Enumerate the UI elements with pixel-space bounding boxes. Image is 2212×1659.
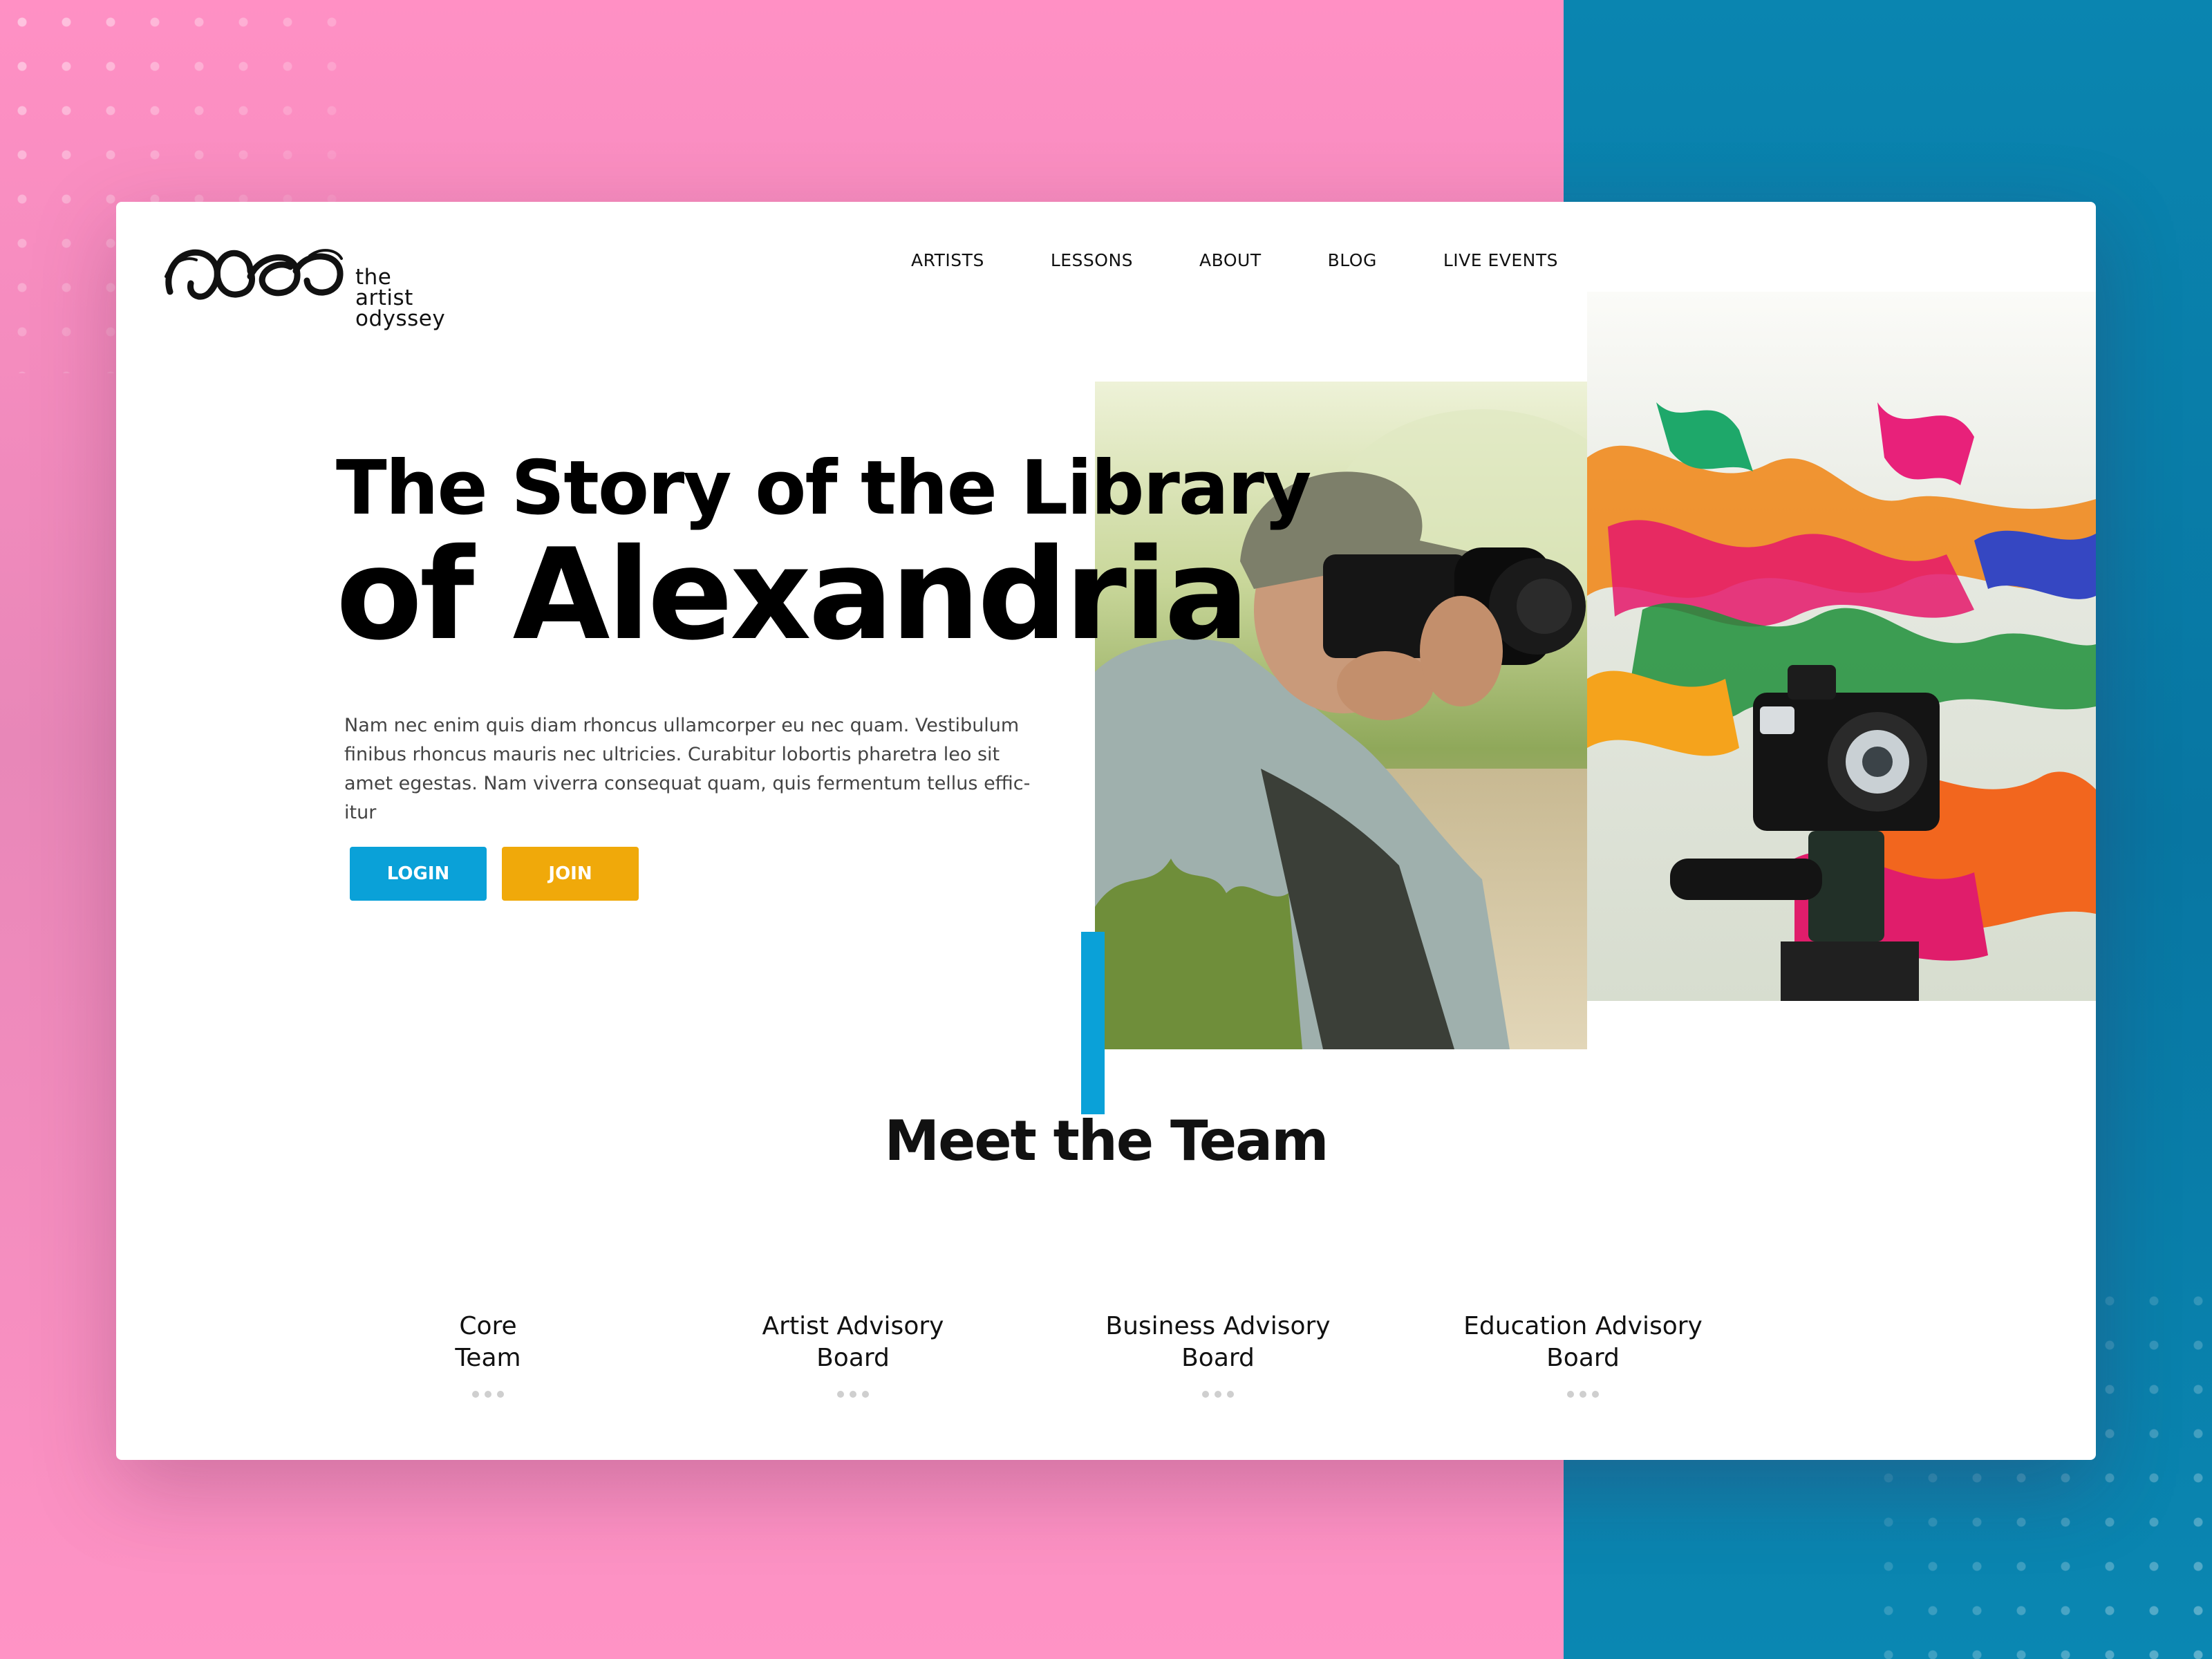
team-group-label: Artist Advisory Board bbox=[762, 1312, 944, 1372]
team-group-core[interactable]: Core Team bbox=[336, 1311, 640, 1398]
three-dots-icon[interactable] bbox=[1066, 1391, 1370, 1398]
nav-item-lessons[interactable]: LESSONS bbox=[1051, 250, 1133, 270]
nav-item-blog[interactable]: BLOG bbox=[1328, 250, 1377, 270]
team-group-artist-advisory[interactable]: Artist Advisory Board bbox=[701, 1311, 1005, 1398]
hero-title-line1: The Story of the Library bbox=[336, 445, 1311, 532]
nav-item-live-events[interactable]: LIVE EVENTS bbox=[1443, 250, 1558, 270]
three-dots-icon[interactable] bbox=[336, 1391, 640, 1398]
three-dots-icon[interactable] bbox=[701, 1391, 1005, 1398]
logo-text-line: the bbox=[355, 265, 392, 290]
team-group-business-advisory[interactable]: Business Advisory Board bbox=[1066, 1311, 1370, 1398]
team-group-label: Core Team bbox=[455, 1312, 521, 1372]
hero-description: Nam nec enim quis diam rhoncus ullamcorp… bbox=[344, 715, 1031, 823]
hero-title-line2: of Alexandria bbox=[336, 521, 1249, 668]
team-group-label: Education Advisory Board bbox=[1463, 1312, 1703, 1372]
logo-text-line: odyssey bbox=[355, 306, 446, 331]
ribbons-camera-photo bbox=[1587, 292, 2096, 1001]
main-nav: ARTISTS LESSONS ABOUT BLOG LIVE EVENTS bbox=[911, 250, 1558, 270]
accent-bar bbox=[1081, 932, 1105, 1114]
nav-item-artists[interactable]: ARTISTS bbox=[911, 250, 984, 270]
three-dots-icon[interactable] bbox=[1431, 1391, 1735, 1398]
logo-wordmark: the artist odyssey bbox=[355, 265, 446, 331]
hero-title: The Story of the Library of Alexandria bbox=[336, 444, 1311, 668]
landing-page-card: the artist odyssey ARTISTS LESSONS ABOUT… bbox=[116, 202, 2096, 1460]
team-group-education-advisory[interactable]: Education Advisory Board bbox=[1431, 1311, 1735, 1398]
team-group-label: Business Advisory Board bbox=[1105, 1312, 1331, 1372]
logo-text-line: artist bbox=[355, 285, 413, 310]
join-button[interactable]: JOIN bbox=[502, 847, 639, 901]
brush-circles-logo-icon bbox=[165, 249, 344, 300]
login-button[interactable]: LOGIN bbox=[350, 847, 487, 901]
team-heading: Meet the Team bbox=[884, 1109, 1329, 1173]
nav-item-about[interactable]: ABOUT bbox=[1199, 250, 1262, 270]
ribbons-illustration bbox=[1587, 402, 2096, 1001]
site-logo[interactable]: the artist odyssey bbox=[160, 235, 465, 330]
